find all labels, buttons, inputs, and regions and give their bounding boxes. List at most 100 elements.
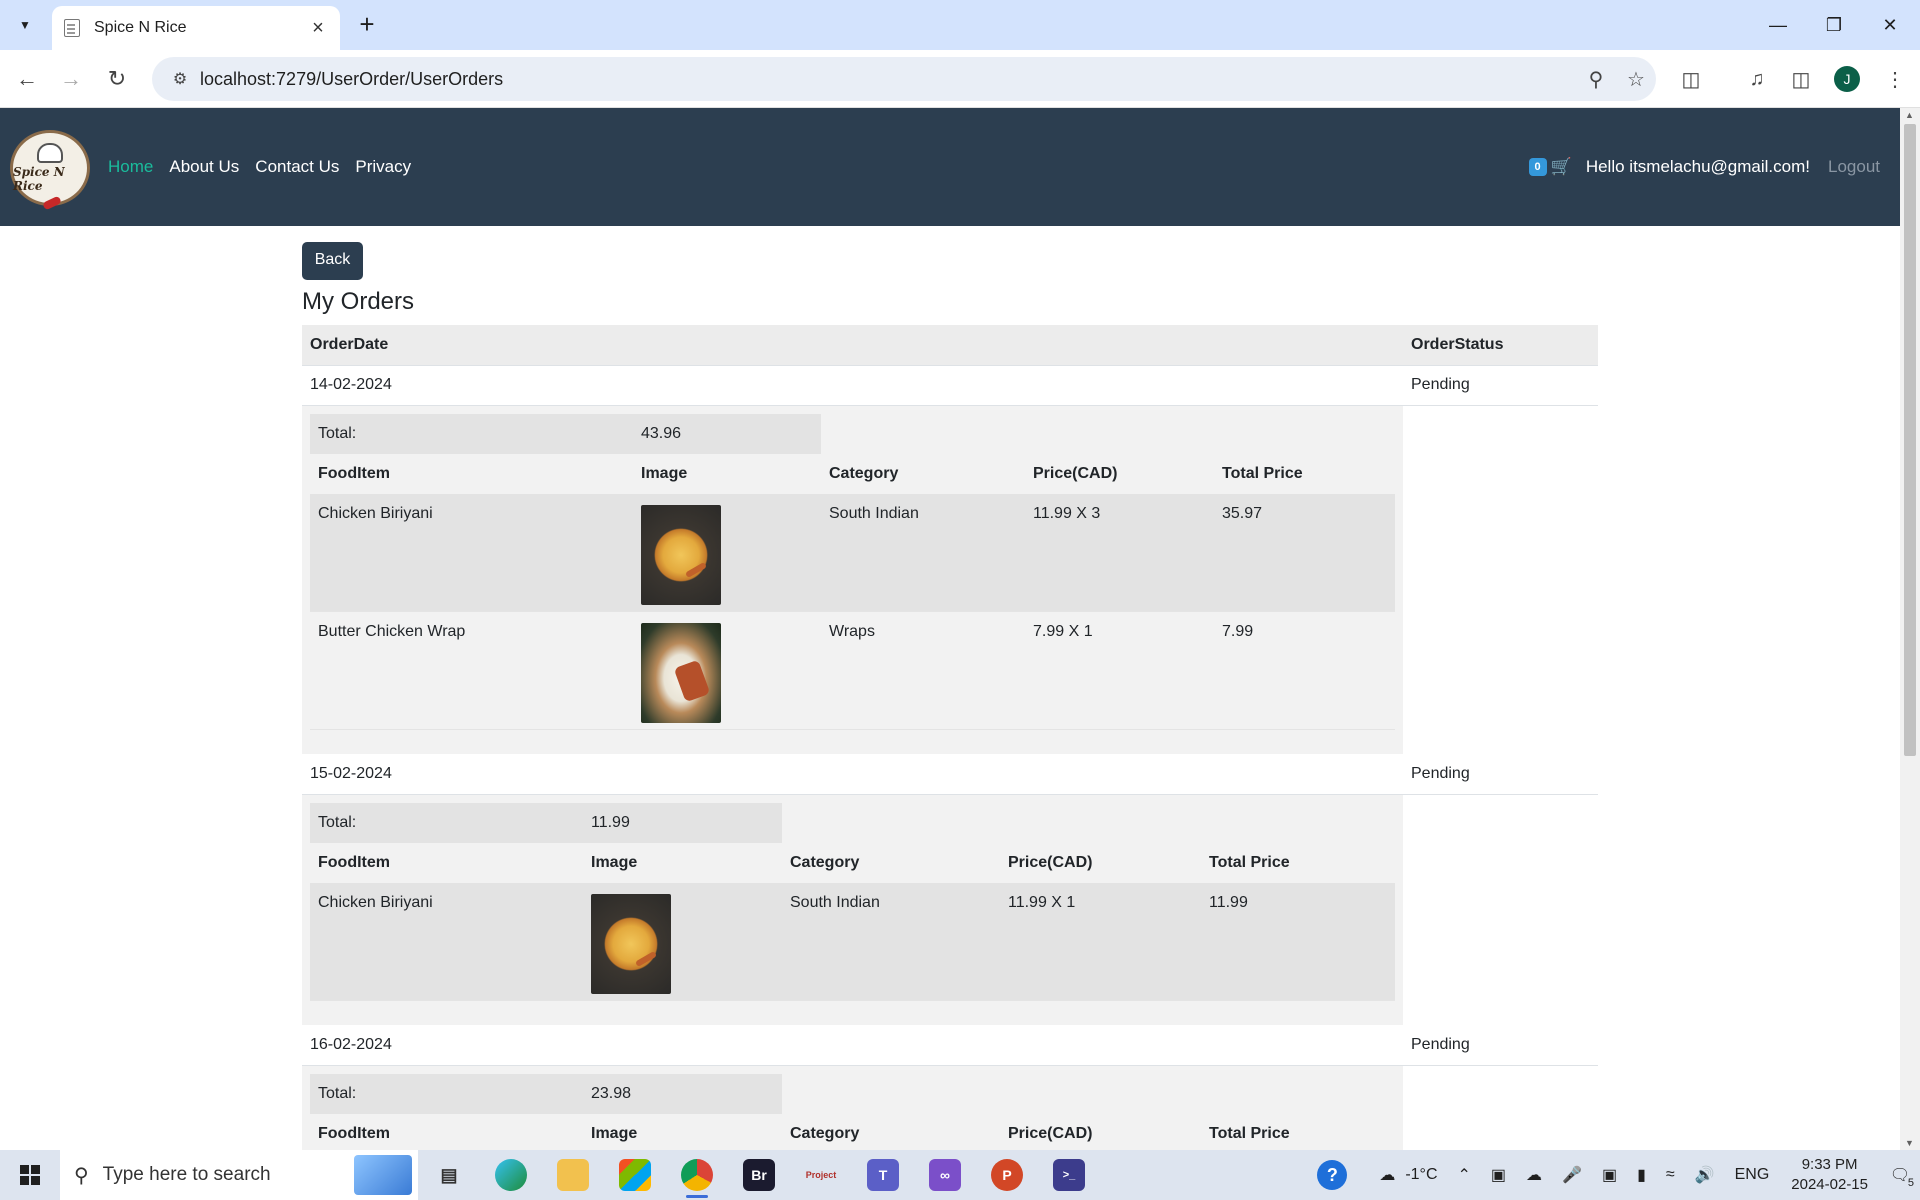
back-button[interactable]: Back bbox=[302, 242, 363, 280]
nav-contact-us[interactable]: Contact Us bbox=[255, 157, 339, 177]
total-label: Total: bbox=[310, 1073, 583, 1114]
wifi-icon[interactable]: ≈ bbox=[1666, 1166, 1675, 1184]
scroll-up-icon[interactable]: ▲ bbox=[1905, 110, 1914, 120]
weather-icon[interactable]: ☁ bbox=[1379, 1165, 1395, 1185]
order-row: 15-02-2024 Pending bbox=[302, 754, 1598, 795]
browser-tab[interactable]: Spice N Rice × bbox=[52, 6, 340, 50]
nav-home[interactable]: Home bbox=[108, 157, 153, 177]
scroll-down-icon[interactable]: ▼ bbox=[1905, 1138, 1914, 1148]
chrome-icon[interactable] bbox=[666, 1150, 728, 1200]
scrollbar-thumb[interactable] bbox=[1904, 124, 1916, 756]
terminal-icon[interactable]: >_ bbox=[1038, 1150, 1100, 1200]
search-icon: ⚲ bbox=[74, 1164, 89, 1187]
page-scrollbar[interactable]: ▲ ▼ bbox=[1900, 108, 1920, 1150]
orders-body: 14-02-2024 Pending Total: 43.96 FoodItem Imag… bbox=[302, 365, 1598, 1150]
volume-icon[interactable]: 🔊 bbox=[1695, 1165, 1715, 1185]
total-price-header: Total Price bbox=[1222, 464, 1303, 482]
windows-taskbar: ⚲ Type here to search ▤ Br Project T ∞ P… bbox=[0, 1150, 1920, 1200]
logo-text: Spice N Rice bbox=[13, 165, 65, 193]
nav-privacy[interactable]: Privacy bbox=[355, 157, 411, 177]
meet-now-icon[interactable]: ▣ bbox=[1491, 1165, 1506, 1185]
order-date: 15-02-2024 bbox=[302, 754, 1403, 795]
order-status: Pending bbox=[1403, 1025, 1598, 1066]
food-item-header: FoodItem bbox=[318, 853, 390, 871]
search-placeholder[interactable]: Type here to search bbox=[103, 1164, 354, 1186]
visual-studio-icon[interactable]: ∞ bbox=[914, 1150, 976, 1200]
bridge-icon[interactable]: Br bbox=[728, 1150, 790, 1200]
notification-center[interactable]: 🗨 5 bbox=[1880, 1165, 1920, 1189]
teams-icon[interactable]: T bbox=[852, 1150, 914, 1200]
order-status-header: OrderStatus bbox=[1403, 325, 1598, 366]
show-hidden-icons-icon[interactable]: ⌃ bbox=[1458, 1165, 1471, 1185]
reload-icon[interactable]: ↻ bbox=[102, 64, 132, 94]
site-info-icon[interactable]: ⚙ bbox=[160, 69, 200, 89]
order-item-row: Chicken Biriyani South Indian 11.99 X 1 11.… bbox=[310, 882, 1395, 1001]
order-item-row: Butter Chicken Wrap Wraps 7.99 X 1 7.99 bbox=[310, 611, 1395, 730]
cart-icon[interactable]: 🛒 bbox=[1551, 157, 1572, 177]
logout-link[interactable]: Logout bbox=[1828, 157, 1880, 177]
back-arrow-icon[interactable]: ← bbox=[12, 64, 42, 94]
language-indicator[interactable]: ENG bbox=[1735, 1166, 1770, 1184]
windows-logo-icon bbox=[20, 1165, 40, 1185]
order-status: Pending bbox=[1403, 754, 1598, 795]
extensions-icon[interactable]: ◫ bbox=[1676, 64, 1706, 94]
battery-icon[interactable]: ▮ bbox=[1637, 1165, 1646, 1185]
side-panel-icon[interactable]: ◫ bbox=[1786, 64, 1816, 94]
display-icon[interactable]: ▣ bbox=[1602, 1165, 1617, 1185]
project-icon[interactable]: Project bbox=[790, 1150, 852, 1200]
start-button[interactable] bbox=[0, 1150, 60, 1200]
food-image bbox=[641, 504, 721, 605]
chili-icon bbox=[42, 195, 62, 211]
food-price: 11.99 X 1 bbox=[1000, 882, 1201, 1001]
weather-temperature[interactable]: -1°C bbox=[1405, 1166, 1437, 1184]
file-explorer-icon[interactable] bbox=[542, 1150, 604, 1200]
store-icon[interactable] bbox=[604, 1150, 666, 1200]
powerpoint-icon[interactable]: P bbox=[976, 1150, 1038, 1200]
nav-about-us[interactable]: About Us bbox=[169, 157, 239, 177]
close-window-icon[interactable]: ✕ bbox=[1860, 0, 1920, 50]
nav-links: Home About Us Contact Us Privacy bbox=[108, 108, 411, 226]
edge-icon[interactable] bbox=[480, 1150, 542, 1200]
food-image bbox=[641, 623, 721, 723]
order-detail-row: Total: 43.96 FoodItem Image Category Price(CA… bbox=[302, 405, 1598, 754]
media-control-icon[interactable]: ♫ bbox=[1742, 64, 1772, 94]
page-favicon-icon bbox=[64, 19, 80, 37]
address-bar[interactable]: ⚙ localhost:7279/UserOrder/UserOrders ⚲ … bbox=[152, 57, 1656, 101]
search-highlight-image bbox=[354, 1155, 412, 1195]
order-detail-cell: Total: 23.98 FoodItem Image Category Price(CA… bbox=[302, 1065, 1403, 1150]
food-image bbox=[591, 893, 671, 994]
url-text[interactable]: localhost:7279/UserOrder/UserOrders bbox=[200, 69, 1576, 90]
food-item-header: FoodItem bbox=[318, 464, 390, 482]
order-date: 16-02-2024 bbox=[302, 1025, 1403, 1066]
taskbar-search[interactable]: ⚲ Type here to search bbox=[60, 1150, 418, 1200]
user-greeting[interactable]: Hello itsmelachu@gmail.com! bbox=[1586, 157, 1810, 177]
order-total-value: 23.98 bbox=[583, 1073, 782, 1114]
bookmark-star-icon[interactable]: ☆ bbox=[1616, 67, 1656, 92]
order-items-table: Total: 23.98 FoodItem Image Category Price(CA… bbox=[310, 1073, 1395, 1151]
task-view-icon[interactable]: ▤ bbox=[418, 1150, 480, 1200]
clock-time: 9:33 PM bbox=[1801, 1156, 1858, 1173]
zoom-icon[interactable]: ⚲ bbox=[1576, 67, 1616, 92]
browser-tabstrip: ▼ Spice N Rice × + — ❐ ✕ bbox=[0, 0, 1920, 50]
order-detail-row: Total: 23.98 FoodItem Image Category Price(CA… bbox=[302, 1065, 1598, 1150]
minimize-icon[interactable]: — bbox=[1748, 0, 1808, 50]
help-icon[interactable]: ? bbox=[1317, 1160, 1348, 1190]
menu-kebab-icon[interactable]: ⋮ bbox=[1880, 64, 1910, 94]
new-tab-icon[interactable]: + bbox=[352, 10, 382, 40]
profile-avatar[interactable]: J bbox=[1834, 66, 1860, 92]
order-items-table: Total: 11.99 FoodItem Image Category Price(CA… bbox=[310, 802, 1395, 1001]
restore-icon[interactable]: ❐ bbox=[1804, 0, 1864, 50]
site-logo[interactable]: Spice N Rice bbox=[10, 130, 90, 211]
tab-close-icon[interactable]: × bbox=[308, 17, 328, 40]
onedrive-icon[interactable]: ☁ bbox=[1526, 1165, 1542, 1185]
microphone-icon[interactable]: 🎤 bbox=[1562, 1165, 1582, 1185]
total-label: Total: bbox=[310, 413, 633, 454]
category-header: Category bbox=[829, 464, 899, 482]
forward-arrow-icon[interactable]: → bbox=[56, 64, 86, 94]
food-item-name: Chicken Biriyani bbox=[310, 493, 633, 612]
image-header: Image bbox=[591, 1124, 638, 1142]
taskbar-clock[interactable]: 9:33 PM 2024-02-15 bbox=[1791, 1155, 1868, 1195]
cart-count-badge[interactable]: 0 bbox=[1528, 158, 1547, 176]
order-status: Pending bbox=[1403, 365, 1598, 406]
tab-search-icon[interactable]: ▼ bbox=[12, 12, 38, 38]
